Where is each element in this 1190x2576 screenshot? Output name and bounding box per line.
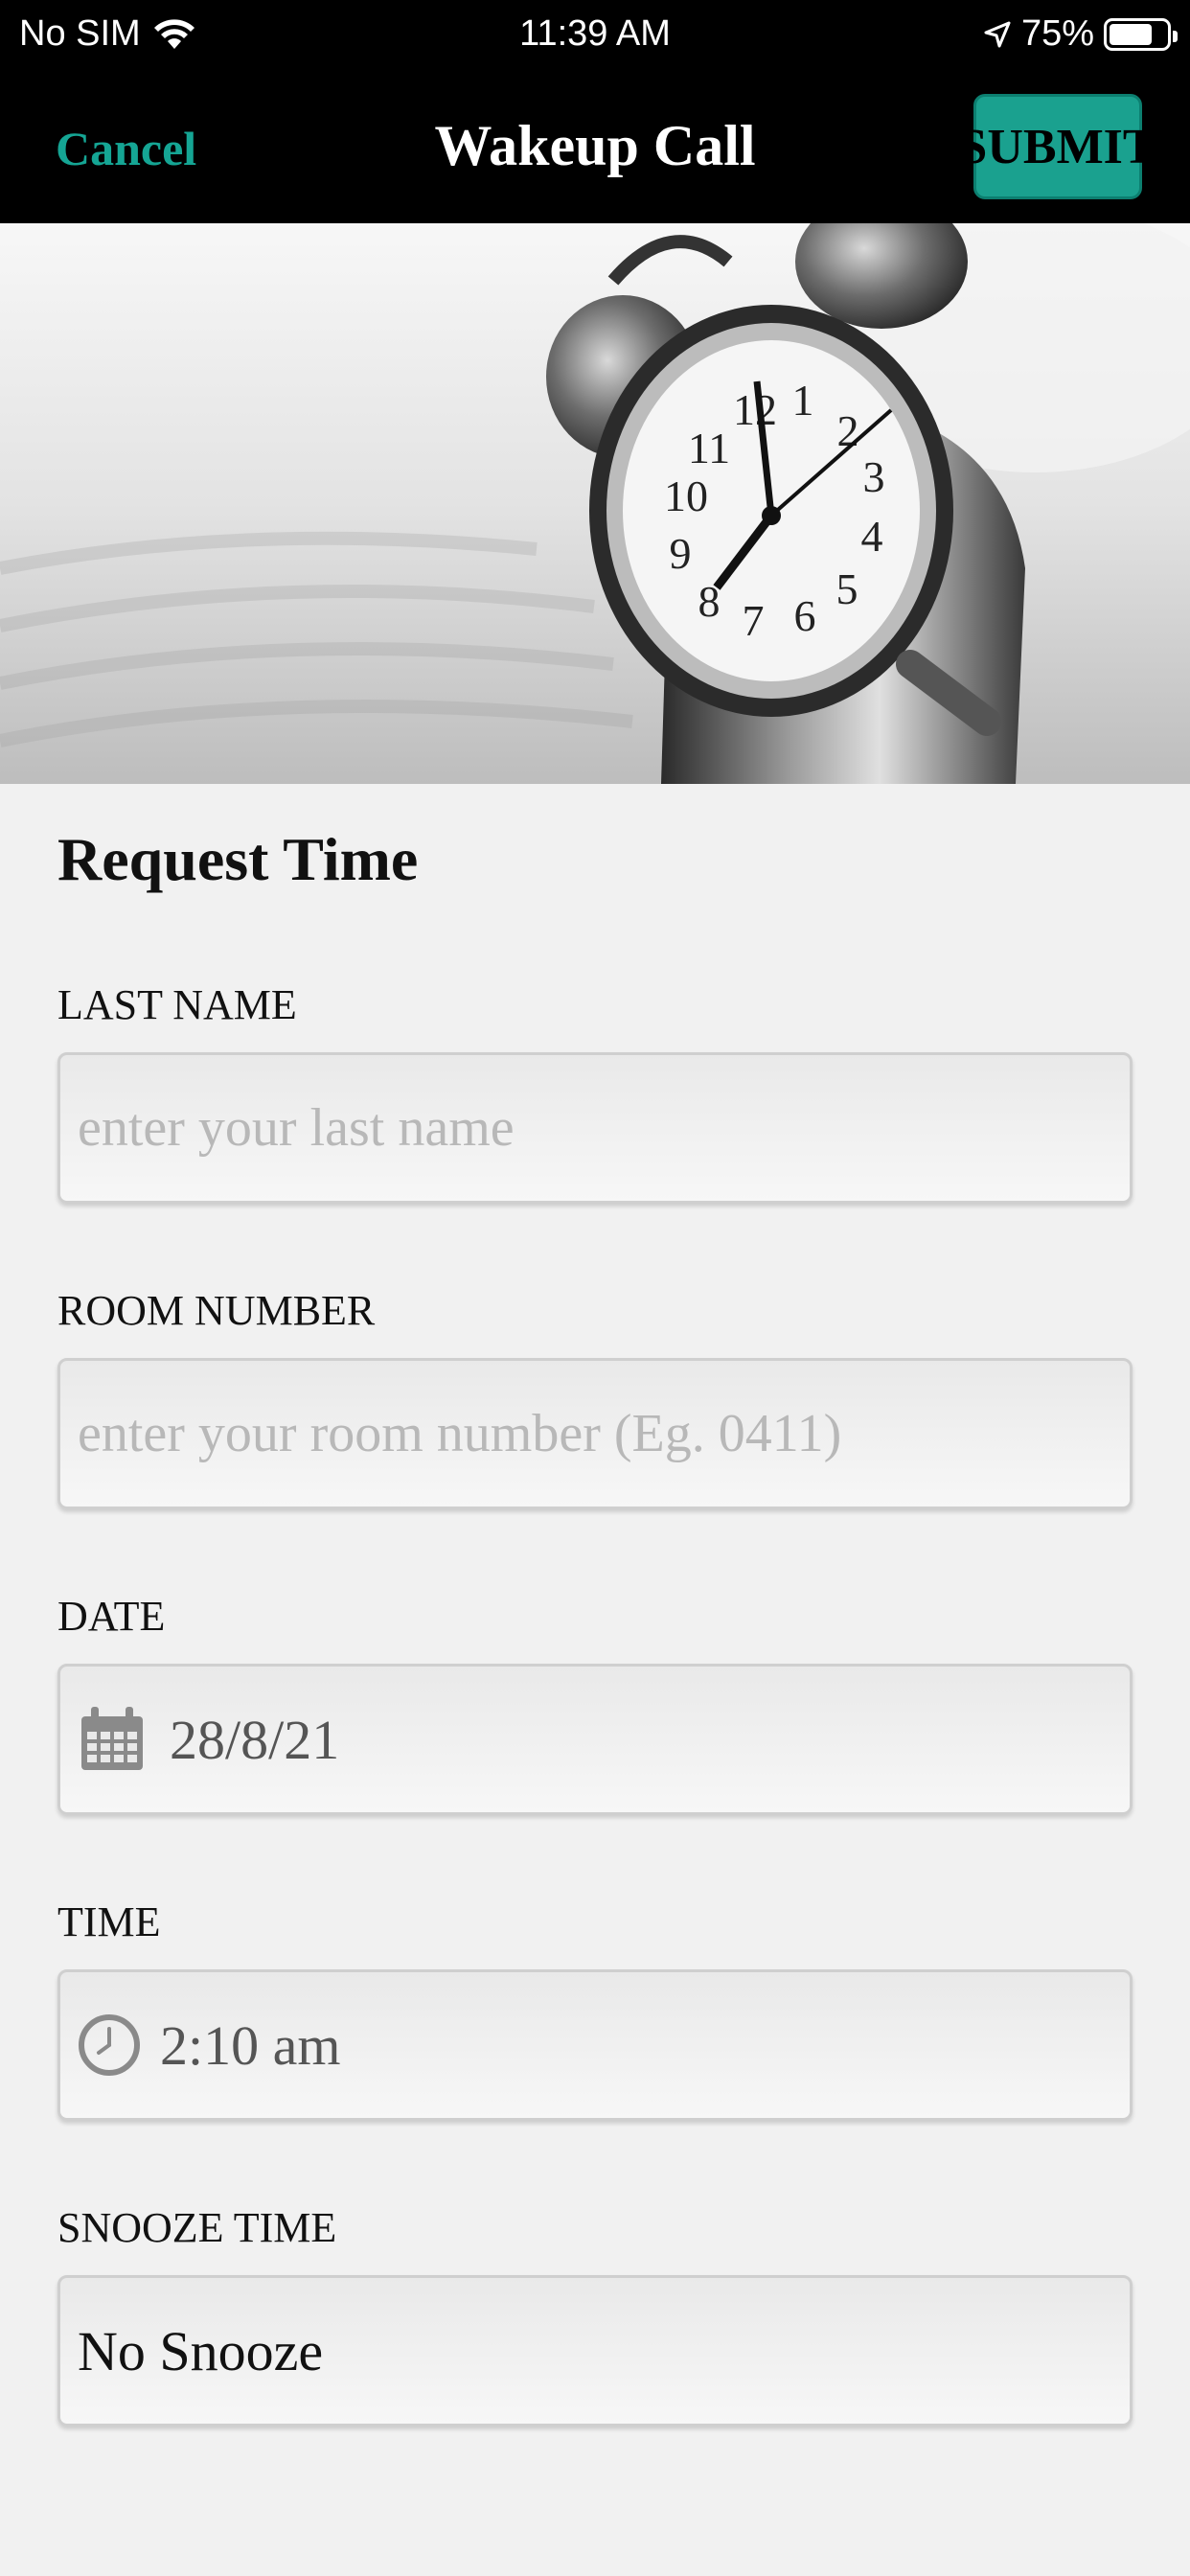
time-label: TIME [57, 1898, 161, 1945]
location-arrow-icon [984, 21, 1011, 47]
clock-icon [79, 2014, 140, 2076]
status-bar: No SIM 11:39 AM 75% [0, 0, 1190, 75]
clock-number: 10 [664, 472, 708, 520]
clock-number: 5 [836, 564, 858, 613]
snooze-time-value: No Snooze [78, 2319, 324, 2382]
snooze-time-label: SNOOZE TIME [57, 2204, 337, 2251]
clock-number: 6 [794, 591, 816, 640]
date-label: DATE [57, 1593, 166, 1640]
battery-percent: 75% [1020, 13, 1094, 54]
last-name-input[interactable] [78, 1097, 1130, 1159]
room-number-input[interactable] [78, 1403, 1130, 1464]
last-name-label: LAST NAME [57, 981, 297, 1028]
snooze-time-field[interactable]: No Snooze [57, 2275, 1133, 2426]
clock-number: 9 [670, 529, 692, 578]
date-field[interactable]: 28/8/21 [57, 1664, 1133, 1815]
clock-number: 4 [861, 512, 883, 561]
room-number-label: ROOM NUMBER [57, 1287, 376, 1334]
last-name-field[interactable] [57, 1052, 1133, 1204]
nav-bar: Cancel Wakeup Call SUBMIT [0, 75, 1190, 223]
calendar-icon [81, 1707, 143, 1770]
submit-button[interactable]: SUBMIT [959, 94, 1156, 199]
clock-number: 11 [688, 424, 730, 472]
room-number-field[interactable] [57, 1358, 1133, 1509]
clock-number: 1 [792, 376, 814, 425]
clock-number: 3 [863, 452, 885, 501]
status-right: 75% [983, 13, 1178, 55]
time-value: 2:10 am [160, 2013, 341, 2077]
time-field[interactable]: 2:10 am [57, 1969, 1133, 2121]
form-title: Request Time [57, 825, 419, 893]
date-value: 28/8/21 [170, 1708, 340, 1771]
hero-image: 12 1 2 3 4 5 6 7 8 9 10 11 [0, 223, 1190, 784]
clock-number: 7 [743, 596, 765, 645]
alarm-clock-illustration: 12 1 2 3 4 5 6 7 8 9 10 11 [0, 223, 1190, 784]
battery-icon [1104, 17, 1178, 51]
battery-fill [1110, 23, 1152, 45]
battery-tip [1173, 30, 1178, 42]
